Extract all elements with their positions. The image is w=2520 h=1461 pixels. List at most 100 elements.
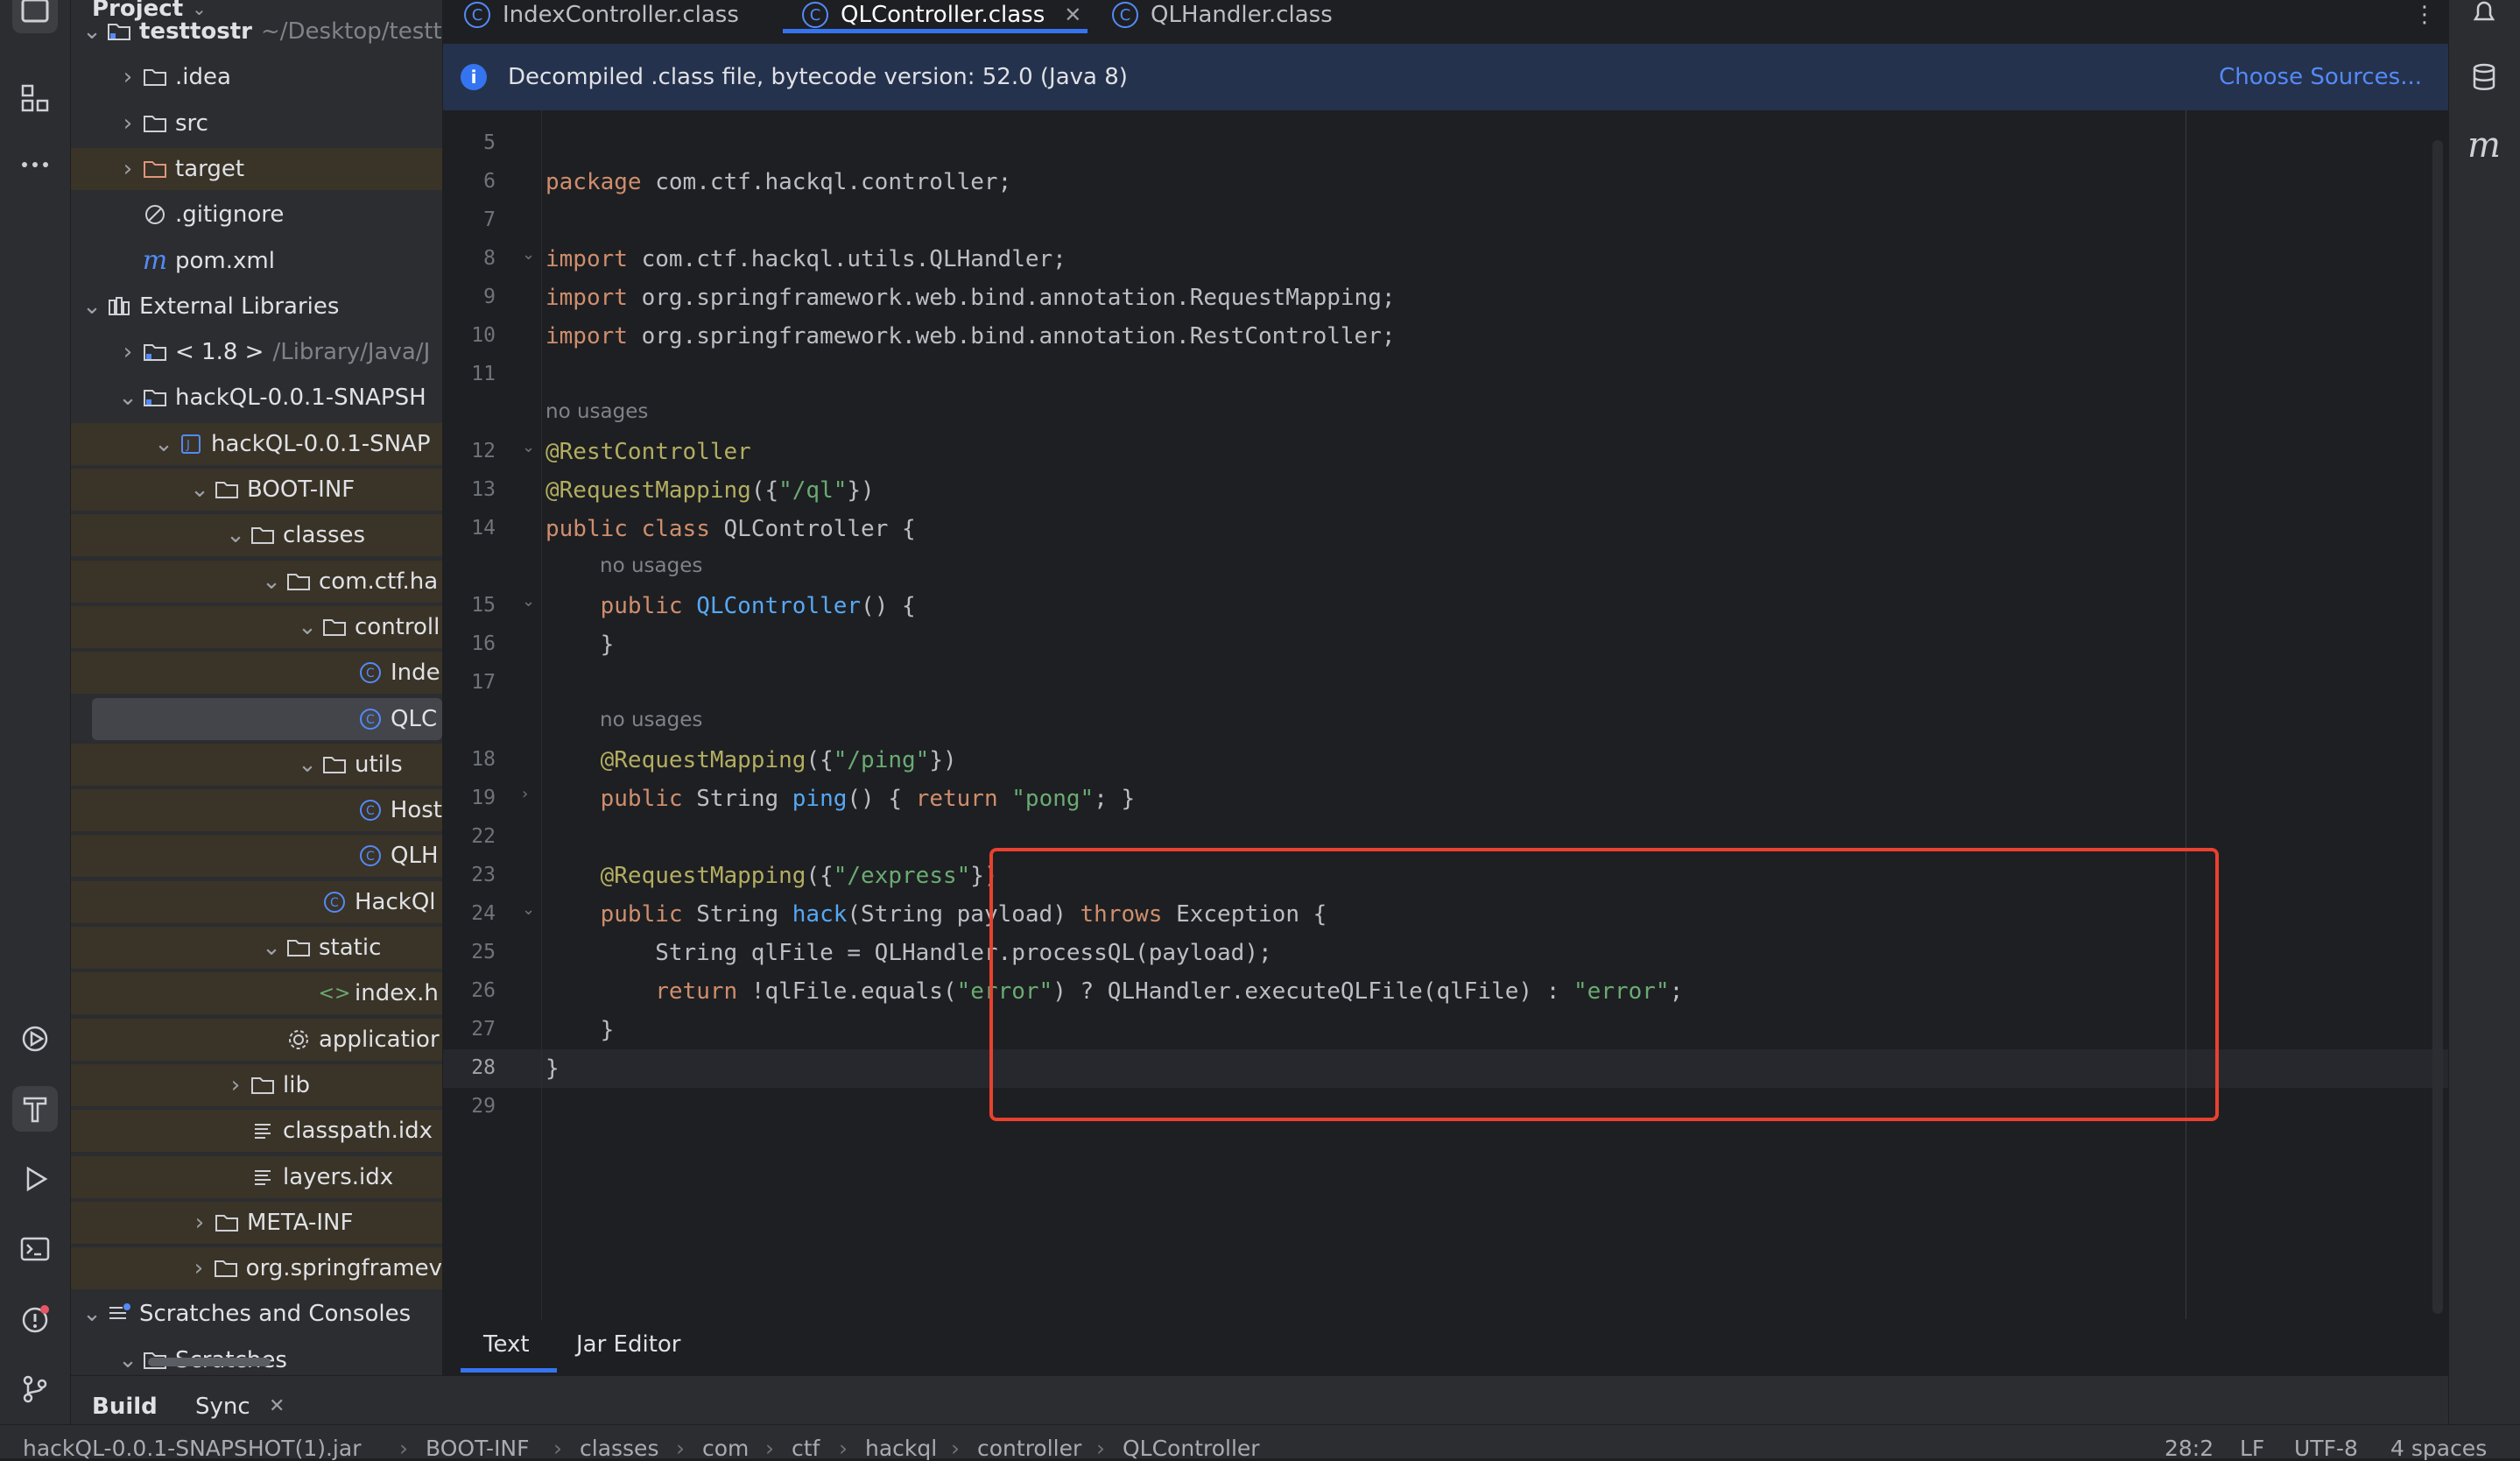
tree-item[interactable]: › META-INF [71,1201,442,1244]
chevron-down-icon[interactable]: ⌄ [116,1347,140,1373]
tab-options-icon[interactable]: ⋮ [2413,0,2436,40]
chevron-down-icon[interactable]: ⌄ [116,385,140,411]
code-content[interactable]: package com.ctf.hackql.controller; import… [546,110,2419,1319]
usages-hint[interactable]: no usages [600,548,702,583]
database-icon[interactable] [2461,54,2507,100]
chevron-right-icon[interactable]: › [187,1255,211,1281]
chevron-down-icon[interactable]: ⌄ [295,614,320,640]
chevron-down-icon[interactable]: ⌄ [80,1301,104,1327]
chevron-down-icon[interactable]: ⌄ [295,752,320,778]
code-line[interactable]: public String ping() { return "pong"; } [546,780,1136,818]
sync-tab[interactable]: Sync [195,1394,250,1420]
project-horizontal-scrollbar[interactable] [148,1358,271,1366]
build-tab[interactable]: Build [92,1394,158,1420]
tree-item[interactable]: ⌄ static [71,927,442,969]
close-tab-icon[interactable]: ✕ [1064,3,1081,27]
tab-jar-editor[interactable]: Jar Editor [576,1331,681,1358]
tree-item[interactable]: › .idea [71,56,442,98]
code-line[interactable]: package com.ctf.hackql.controller; [546,163,1011,201]
code-line[interactable]: import com.ctf.hackql.utils.QLHandler; [546,240,1066,279]
editor-vertical-scrollbar[interactable] [2432,140,2443,1314]
usages-hint[interactable]: no usages [600,702,702,738]
chevron-down-icon[interactable]: ⌄ [223,522,248,548]
code-line[interactable]: @RequestMapping({"/express"}) [546,857,998,895]
tree-item[interactable]: <> index.h [71,972,442,1015]
chevron-right-icon[interactable]: › [116,110,140,137]
structure-tool-icon[interactable] [12,75,58,121]
notifications-icon[interactable] [2461,0,2507,35]
fold-expand-icon[interactable]: › [522,785,528,803]
code-line[interactable]: @RequestMapping({"/ql"}) [546,471,875,510]
tree-item[interactable]: ⌄ External Libraries [71,286,442,328]
chevron-down-icon[interactable]: ⌄ [259,568,284,595]
chevron-right-icon[interactable]: › [223,1072,248,1098]
fold-collapse-icon[interactable]: ⌄ [522,900,535,919]
tree-item[interactable]: applicatior [71,1018,442,1061]
code-line[interactable]: } [546,1049,560,1088]
code-line[interactable]: public class QLController { [546,510,916,548]
line-number: 25 [471,941,496,963]
usages-hint[interactable]: no usages [546,394,648,429]
tree-item[interactable]: C Inde [71,652,442,695]
terminal-tool-icon[interactable] [12,1226,58,1272]
code-line[interactable]: import org.springframework.web.bind.anno… [546,279,1396,317]
tree-item[interactable]: C HackQl [71,880,442,923]
chevron-down-icon[interactable]: ⌄ [259,935,284,961]
tab-text[interactable]: Text [483,1331,530,1358]
tab-indexcontroller[interactable]: C IndexController.class [464,0,739,40]
tree-item[interactable]: C QLH [71,835,442,878]
chevron-down-icon[interactable]: ⌄ [151,431,176,457]
tree-item[interactable]: ⌄ controll [71,605,442,648]
tab-qlcontroller[interactable]: C QLController.class ✕ [802,0,1081,40]
tree-item[interactable]: ⌄ classes [71,514,442,557]
chevron-right-icon[interactable]: › [116,339,140,365]
chevron-down-icon[interactable]: ⌄ [80,18,104,45]
code-line[interactable]: } [546,1011,615,1049]
code-line[interactable]: import org.springframework.web.bind.anno… [546,317,1396,356]
tab-qlhandler[interactable]: C QLHandler.class [1112,0,1333,40]
tree-item[interactable]: ⌄ com.ctf.ha [71,560,442,603]
tab-label: QLHandler.class [1151,2,1333,28]
tab-label: QLController.class [841,2,1045,28]
code-line[interactable]: } [546,625,615,664]
chevron-down-icon[interactable]: ⌄ [187,476,212,503]
choose-sources-link[interactable]: Choose Sources... [2219,64,2422,90]
tree-item[interactable]: › src [71,102,442,145]
tree-item[interactable]: classpath.idx [71,1110,442,1153]
problems-tool-icon[interactable] [12,1296,58,1342]
services-tool-icon[interactable] [12,1016,58,1062]
project-tool-icon[interactable] [12,0,58,33]
git-tool-icon[interactable] [12,1366,58,1412]
tree-item[interactable]: ⌄ testtostr ~/Desktop/testt [71,11,442,53]
tree-item[interactable]: › target [71,147,442,190]
tree-item[interactable]: › < 1.8 > /Library/Java/J [71,331,442,373]
tree-item[interactable]: C QLC [92,697,442,740]
code-line[interactable]: @RestController [546,433,751,471]
tree-item[interactable]: .gitignore [71,194,442,236]
code-line[interactable]: public QLController() { [546,587,916,625]
tree-item[interactable]: C Host [71,789,442,832]
tree-item[interactable]: ⌄ BOOT-INF [71,469,442,511]
code-line[interactable]: @RequestMapping({"/ping"}) [546,741,957,780]
run-tool-icon[interactable] [12,1156,58,1202]
fold-collapse-icon[interactable]: ⌄ [522,592,535,611]
tree-item[interactable]: › org.springframev [71,1247,442,1290]
build-tool-icon[interactable] [12,1086,58,1132]
fold-collapse-icon[interactable]: ⌄ [522,438,535,456]
chevron-right-icon[interactable]: › [116,64,140,90]
tree-item-label: Host [390,797,442,824]
tree-item[interactable]: › lib [71,1063,442,1106]
tree-item[interactable]: ⌄ utils [71,743,442,786]
tree-item[interactable]: ⌄ JhackQL-0.0.1-SNAP [71,422,442,465]
chevron-right-icon[interactable]: › [187,1210,212,1236]
more-tools-icon[interactable] [12,142,58,187]
tree-item[interactable]: ⌄ hackQL-0.0.1-SNAPSH [71,377,442,419]
tree-item[interactable]: layers.idx [71,1155,442,1198]
chevron-down-icon[interactable]: ⌄ [80,293,104,320]
tree-item[interactable]: ⌄ Scratches and Consoles [71,1293,442,1335]
tree-item[interactable]: m pom.xml [71,240,442,282]
close-sync-icon[interactable]: ✕ [269,1395,285,1417]
fold-collapse-icon[interactable]: ⌄ [522,245,535,264]
maven-tool-icon[interactable]: m [2461,123,2507,168]
chevron-right-icon[interactable]: › [116,156,140,182]
